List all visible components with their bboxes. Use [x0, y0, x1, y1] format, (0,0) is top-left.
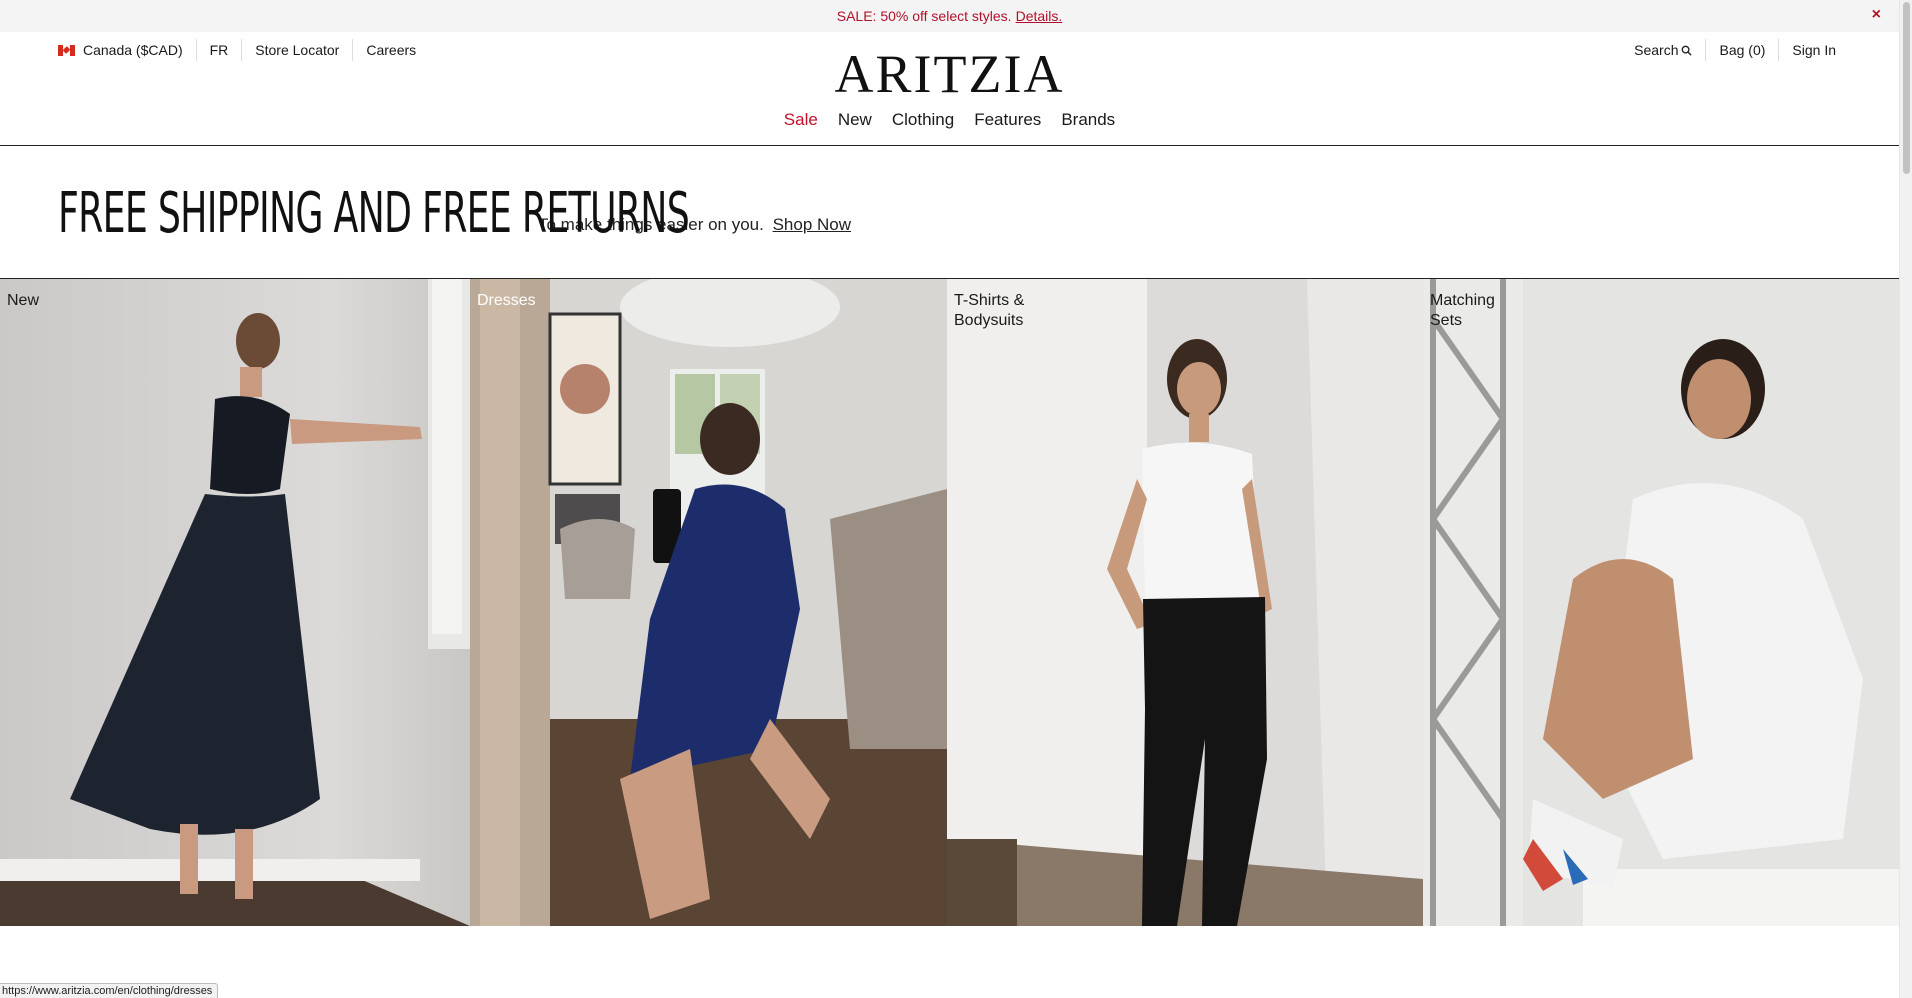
- nav-brands[interactable]: Brands: [1051, 110, 1125, 130]
- link-status-bar: https://www.aritzia.com/en/clothing/dres…: [0, 983, 219, 998]
- category-image-tshirts-bodysuits: [947, 279, 1423, 926]
- shipping-banner: FREE SHIPPING AND FREE RETURNS To make t…: [0, 146, 1899, 279]
- nav-new[interactable]: New: [828, 110, 882, 130]
- category-label-new: New: [7, 292, 40, 309]
- nav-sale[interactable]: Sale: [774, 110, 828, 130]
- shipping-headline: FREE SHIPPING AND FREE RETURNS: [58, 181, 690, 246]
- promo-text: SALE: 50% off select styles.: [836, 8, 1012, 24]
- category-tiles: New Dresses T-Shirts & Bodysuits Matchin…: [0, 279, 1899, 926]
- category-label-matching-sets: Matching Sets: [1430, 292, 1495, 329]
- category-tile-matching-sets[interactable]: Matching Sets: [1423, 279, 1899, 926]
- nav-clothing[interactable]: Clothing: [882, 110, 964, 130]
- close-icon[interactable]: ×: [1872, 6, 1881, 24]
- category-tile-new[interactable]: New: [0, 279, 470, 926]
- category-image-new: [0, 279, 470, 926]
- category-image-dresses: [470, 279, 947, 926]
- category-label-tshirts-bodysuits: T-Shirts & Bodysuits: [954, 292, 1025, 329]
- shop-now-link[interactable]: Shop Now: [773, 215, 851, 234]
- promo-details-link[interactable]: Details.: [1016, 8, 1063, 24]
- category-tile-dresses[interactable]: Dresses: [470, 279, 947, 926]
- promo-bar: SALE: 50% off select styles. Details. ×: [0, 0, 1899, 32]
- main-nav: Sale New Clothing Features Brands: [0, 110, 1899, 130]
- scrollbar-thumb[interactable]: [1903, 2, 1910, 174]
- brand-logo[interactable]: ARITZIA: [0, 47, 1899, 101]
- page-scrollbar[interactable]: [1899, 0, 1912, 998]
- category-tile-tshirts-bodysuits[interactable]: T-Shirts & Bodysuits: [947, 279, 1423, 926]
- nav-features[interactable]: Features: [964, 110, 1051, 130]
- category-label-dresses: Dresses: [477, 292, 536, 309]
- category-image-matching-sets: [1423, 279, 1899, 926]
